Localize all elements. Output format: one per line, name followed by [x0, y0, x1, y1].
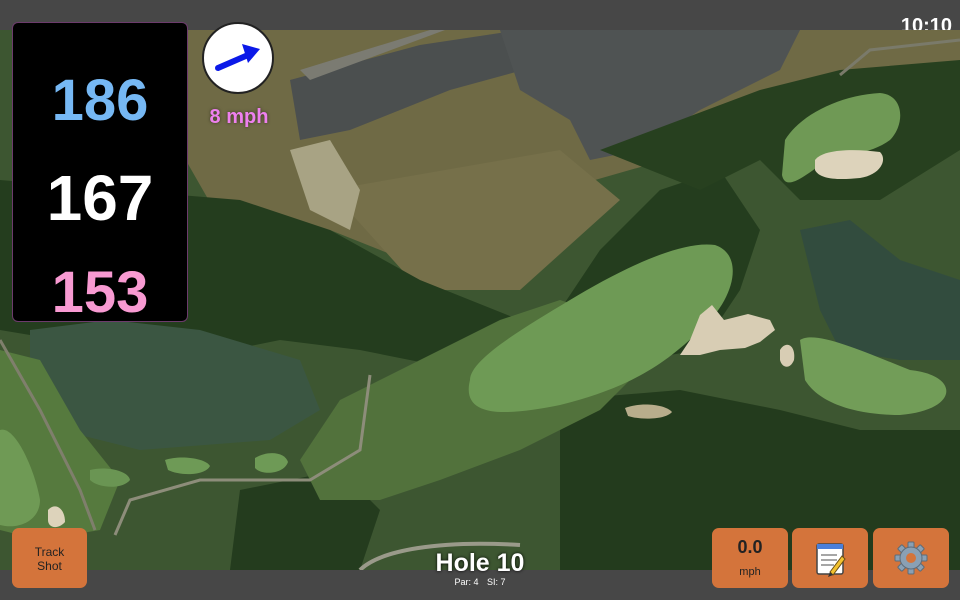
hole-si: SI: 7	[487, 577, 506, 587]
wind-indicator	[202, 22, 274, 94]
back-distance: 186	[51, 68, 149, 133]
notes-button[interactable]	[792, 528, 868, 588]
hole-details: Par: 4 SI: 7	[380, 577, 580, 587]
front-distance: 153	[51, 260, 149, 325]
notepad-icon	[816, 543, 846, 577]
track-shot-label-line2: Shot	[37, 559, 62, 573]
speed-unit: mph	[739, 566, 761, 578]
arrow-right-up-icon	[215, 44, 260, 71]
speed-button[interactable]: 0.0 mph	[712, 528, 788, 588]
track-shot-button[interactable]: Track Shot	[12, 528, 87, 588]
track-shot-label-line1: Track	[34, 545, 65, 559]
wind-speed: 8 mph	[209, 106, 269, 128]
gear-icon	[894, 541, 928, 575]
distance-panel: 186 167 153	[12, 22, 188, 325]
settings-button[interactable]	[873, 528, 949, 588]
hole-title: Hole 10	[435, 549, 525, 577]
speed-value: 0.0	[737, 537, 763, 557]
hole-par: Par: 4	[454, 577, 479, 587]
middle-distance: 167	[46, 162, 154, 234]
